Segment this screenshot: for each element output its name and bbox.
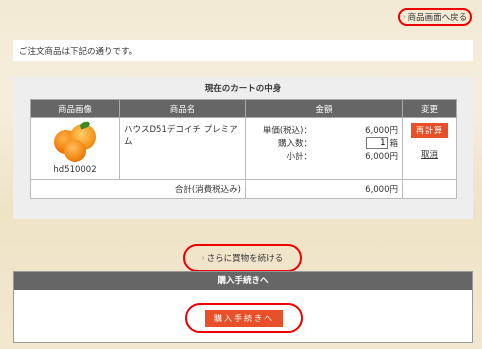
subtotal-label: 小計： (286, 151, 312, 162)
col-name: 商品名 (119, 99, 246, 118)
checkout-header: 購入手続きへ (14, 272, 472, 290)
quantity-label: 購入数： (277, 138, 312, 149)
col-image: 商品画像 (30, 99, 120, 118)
cart-header-row: 商品画像 商品名 金額 変更 (30, 99, 457, 118)
col-price: 金額 (245, 99, 403, 118)
item-image-cell: hd510002 (30, 117, 120, 180)
chevron-right-icon: › (201, 254, 205, 262)
back-to-product-link[interactable]: › 商品画面へ戻る (398, 8, 472, 26)
chevron-right-icon: › (402, 13, 406, 21)
checkout-button-highlight: 購入手続きへ (185, 303, 303, 333)
checkout-button[interactable]: 購入手続きへ (205, 309, 283, 327)
continue-shopping-link[interactable]: › さらに買物を続ける (183, 244, 302, 272)
unit-price-value: 6,000円 (365, 125, 398, 136)
continue-shopping-label: さらに買物を続ける (206, 254, 284, 264)
cart-item-row: hd510002 ハウスD51デコイチ プレミアム 単価(税込)： 6,000円… (30, 117, 457, 180)
product-code: hd510002 (53, 165, 97, 175)
quantity-unit: 箱 (389, 138, 398, 149)
cart-table: 商品画像 商品名 金額 変更 hd510002 ハウスD51デコイチ プレミアム (30, 99, 457, 199)
quantity-input[interactable] (366, 136, 389, 149)
col-change: 変更 (402, 99, 457, 118)
checkout-section: 購入手続きへ 購入手続きへ (13, 271, 473, 343)
item-change-cell: 再計算 取消 (402, 117, 457, 180)
unit-price-label: 単価(税込)： (262, 125, 312, 136)
back-link-label: 商品画面へ戻る (407, 13, 468, 23)
total-value: 6,000円 (245, 179, 403, 199)
cancel-item-link[interactable]: 取消 (403, 148, 456, 160)
subtotal-value: 6,000円 (365, 151, 398, 162)
cart-total-row: 合計(消費税込み) 6,000円 (30, 179, 457, 199)
recalculate-button[interactable]: 再計算 (411, 123, 448, 138)
cart-title: 現在のカートの中身 (204, 84, 282, 94)
product-name: ハウスD51デコイチ プレミアム (124, 125, 238, 147)
product-image[interactable] (52, 120, 98, 162)
item-price-cell: 単価(税込)： 6,000円 購入数： 箱 小計： 6,000円 (245, 117, 403, 180)
item-name-cell: ハウスD51デコイチ プレミアム (119, 117, 246, 180)
cart-panel: 現在のカートの中身 商品画像 商品名 金額 変更 hd510002 ハウスD51… (13, 77, 473, 219)
order-note-text: ご注文商品は下記の通りです。 (19, 47, 138, 57)
total-label: 合計(消費税込み) (30, 179, 246, 199)
order-note: ご注文商品は下記の通りです。 (13, 40, 473, 61)
